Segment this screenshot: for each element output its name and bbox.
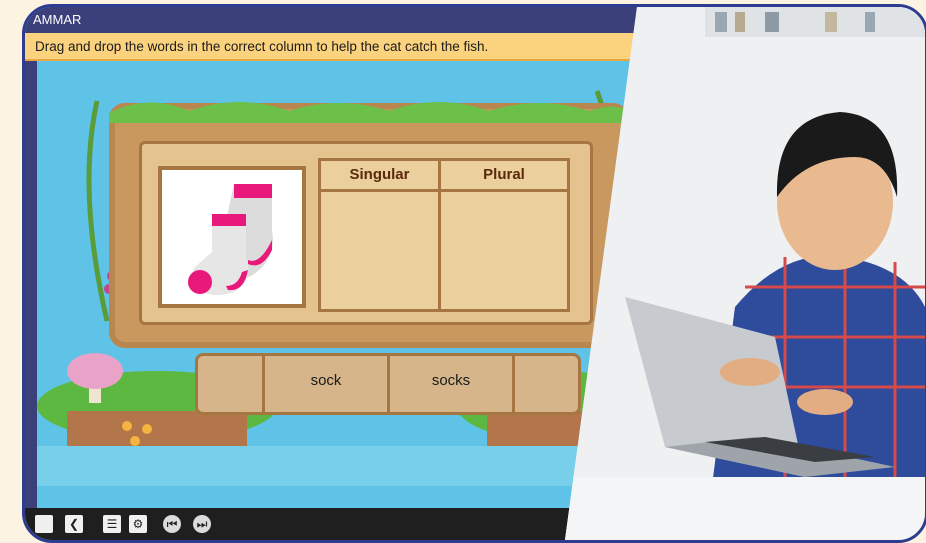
moss-decoration xyxy=(109,102,629,123)
drop-zone-plural[interactable] xyxy=(441,192,567,309)
word-tile-socks[interactable]: socks xyxy=(390,356,512,406)
square-icon[interactable] xyxy=(35,515,53,533)
sock-picture xyxy=(158,166,306,308)
next-icon[interactable]: ⏭ xyxy=(193,515,211,533)
word-tile-sock[interactable]: sock xyxy=(265,356,387,406)
previous-icon[interactable]: ⏮ xyxy=(163,515,181,533)
word-plank: sock socks xyxy=(195,353,581,415)
list-icon[interactable]: ☰ xyxy=(103,515,121,533)
instruction-bar: Drag and drop the words in the correct c… xyxy=(25,33,665,61)
browser-frame: AMMAR Drag and drop the words in the cor… xyxy=(22,4,926,543)
plank-divider xyxy=(512,356,515,412)
wrench-icon[interactable]: ⚙ xyxy=(129,515,147,533)
app-title: AMMAR xyxy=(25,7,665,33)
column-header-singular: Singular xyxy=(321,161,438,192)
sort-table: Singular Plural xyxy=(318,158,570,312)
column-header-plural: Plural xyxy=(441,161,567,192)
drop-zone-singular[interactable] xyxy=(321,192,438,309)
wooden-board: Singular Plural xyxy=(109,102,629,348)
back-arrow-icon[interactable]: ❮ xyxy=(65,515,83,533)
sock-icon xyxy=(188,184,273,295)
grammar-app: AMMAR Drag and drop the words in the cor… xyxy=(25,7,665,540)
left-sidebar xyxy=(25,61,37,508)
game-scene: Singular Plural sock socks xyxy=(37,61,665,508)
board-panel: Singular Plural xyxy=(139,141,593,325)
